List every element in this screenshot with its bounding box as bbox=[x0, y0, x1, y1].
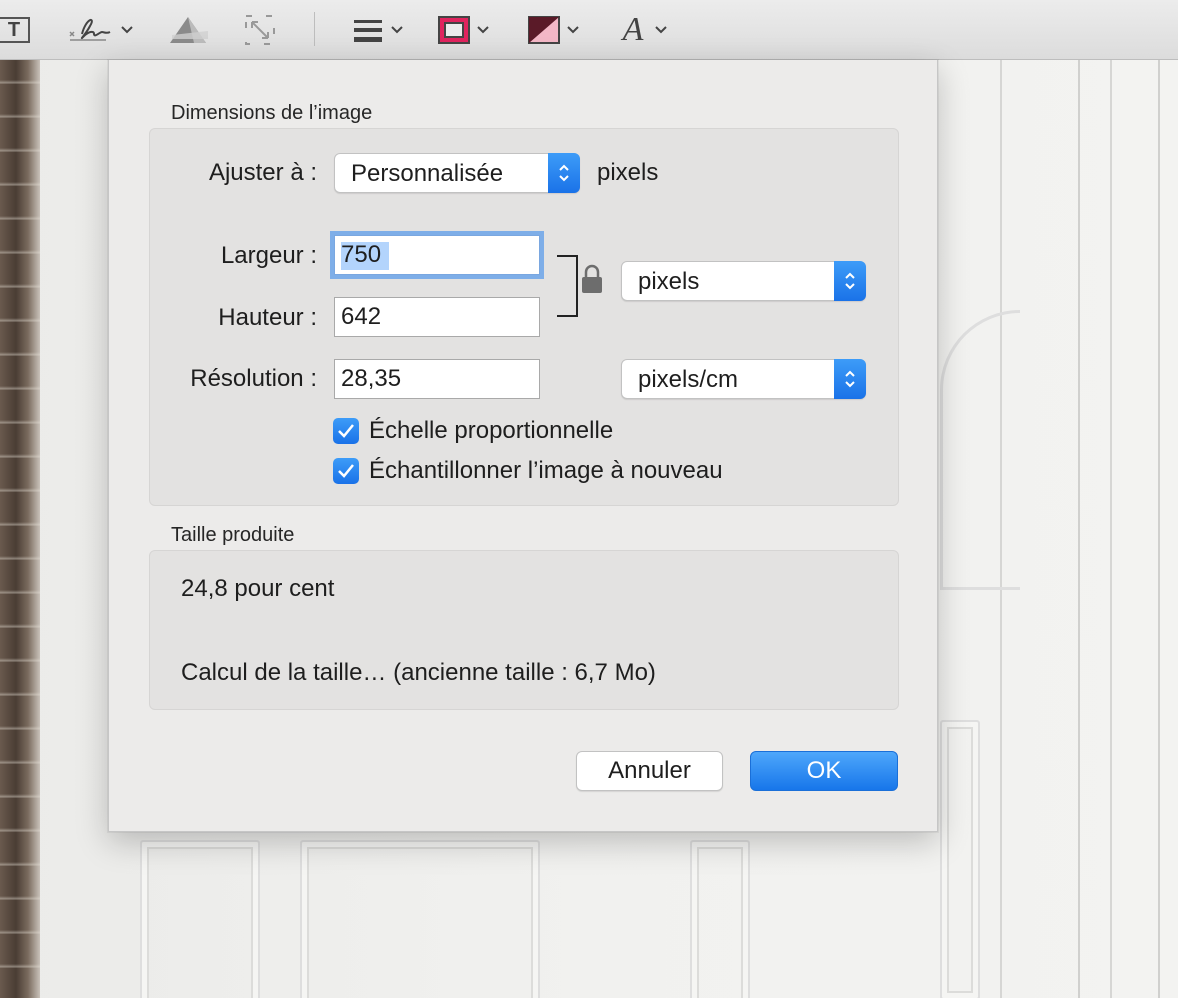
size-unit-select[interactable]: pixels bbox=[621, 261, 866, 301]
border-color-icon bbox=[438, 16, 470, 44]
adjust-color-icon bbox=[170, 17, 208, 43]
font-glyph: A bbox=[622, 11, 644, 48]
chevron-down-icon bbox=[655, 26, 667, 34]
chevron-down-icon bbox=[567, 26, 579, 34]
fit-unit-label: pixels bbox=[597, 159, 659, 186]
fit-select-value: Personnalisée bbox=[351, 160, 504, 187]
text-tool-glyph: T bbox=[7, 18, 21, 41]
height-input[interactable] bbox=[335, 298, 539, 336]
resolution-field[interactable] bbox=[334, 359, 540, 399]
dimensions-section-title: Dimensions de l’image bbox=[171, 102, 373, 124]
fit-label: Ajuster à : bbox=[208, 159, 317, 186]
resize-icon bbox=[245, 15, 275, 45]
door-arch bbox=[940, 310, 1020, 590]
ok-button[interactable]: OK bbox=[750, 751, 898, 791]
text-style-icon: A bbox=[618, 11, 648, 49]
fill-color-tool[interactable] bbox=[528, 10, 580, 50]
resolution-label: Résolution : bbox=[190, 365, 317, 392]
door-panel bbox=[690, 840, 750, 998]
fill-color-icon bbox=[528, 16, 560, 44]
line-style-icon bbox=[354, 20, 382, 42]
height-label: Hauteur : bbox=[218, 304, 317, 331]
width-label: Largeur : bbox=[220, 242, 317, 269]
chevron-down-icon bbox=[121, 26, 133, 34]
door-panel bbox=[300, 840, 540, 998]
checkmark-icon bbox=[338, 464, 354, 478]
size-unit-value: pixels bbox=[638, 268, 700, 295]
cancel-button[interactable]: Annuler bbox=[576, 751, 723, 791]
resolution-input[interactable] bbox=[335, 360, 539, 398]
toolbar-separator bbox=[314, 12, 315, 46]
updown-arrows-icon bbox=[834, 359, 866, 399]
fit-select[interactable]: Personnalisée bbox=[334, 153, 580, 193]
lock-icon[interactable] bbox=[581, 264, 603, 294]
chevron-down-icon bbox=[391, 26, 403, 34]
chevron-down-icon bbox=[477, 26, 489, 34]
text-box-icon: T bbox=[0, 17, 30, 43]
signature-tool[interactable] bbox=[66, 10, 134, 50]
resample-checkbox[interactable] bbox=[333, 458, 359, 484]
resolution-unit-value: pixels/cm bbox=[638, 366, 739, 393]
result-section-title: Taille produite bbox=[171, 524, 295, 546]
door-panel bbox=[140, 840, 260, 998]
height-field[interactable] bbox=[334, 297, 540, 337]
updown-arrows-icon bbox=[548, 153, 580, 193]
resolution-unit-select[interactable]: pixels/cm bbox=[621, 359, 866, 399]
width-field[interactable] bbox=[334, 235, 540, 275]
result-size: Calcul de la taille… (ancienne taille : … bbox=[181, 659, 656, 686]
door-frame-right bbox=[1110, 60, 1160, 998]
resize-tool[interactable] bbox=[242, 10, 278, 50]
adjust-size-dialog: Dimensions de l’image Ajuster à : Person… bbox=[108, 60, 938, 832]
toolbar: T A bbox=[0, 0, 1178, 60]
text-style-tool[interactable]: A bbox=[618, 10, 668, 50]
scale-proportional-checkbox[interactable] bbox=[333, 418, 359, 444]
updown-arrows-icon bbox=[834, 261, 866, 301]
signature-icon bbox=[69, 18, 111, 41]
line-style-tool[interactable] bbox=[352, 10, 404, 50]
text-box-tool[interactable]: T bbox=[0, 10, 30, 50]
width-input[interactable] bbox=[335, 236, 539, 274]
checkmark-icon bbox=[338, 424, 354, 438]
scale-proportional-label[interactable]: Échelle proportionnelle bbox=[369, 417, 613, 445]
brick-wall bbox=[0, 60, 40, 998]
door-panel bbox=[940, 720, 980, 998]
result-percent: 24,8 pour cent bbox=[181, 575, 335, 602]
adjust-color-tool[interactable] bbox=[168, 10, 212, 50]
border-color-tool[interactable] bbox=[438, 10, 490, 50]
resample-label[interactable]: Échantillonner l’image à nouveau bbox=[369, 457, 723, 485]
